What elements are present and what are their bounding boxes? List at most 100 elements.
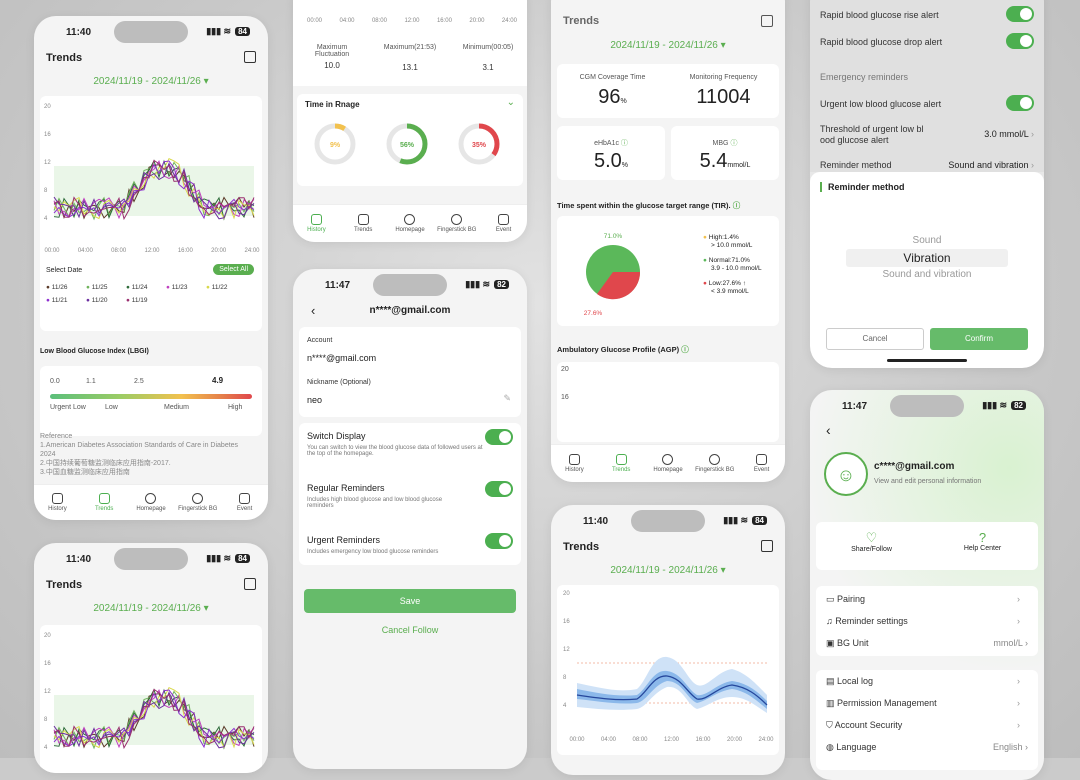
help-center-button[interactable]: ? Help Center — [927, 530, 1038, 552]
x-tick: 20:00 — [469, 18, 485, 24]
nickname-field[interactable]: neo — [307, 395, 322, 405]
report-screen: Trends 2024/11/19 - 2024/11/26 ▾ CGM Cov… — [551, 0, 785, 482]
date-legend-item[interactable]: ● 11/24 — [126, 284, 166, 291]
reference: Reference 1.American Diabetes Association… — [40, 433, 239, 476]
tab-fingerstick[interactable]: Fingerstick BG — [174, 493, 221, 512]
save-button[interactable]: Save — [304, 589, 516, 613]
date-legend-item[interactable]: ● 11/22 — [206, 284, 246, 291]
edit-icon[interactable]: ✎ — [503, 393, 511, 404]
status-bar: 11:47 ▮▮▮ ≋ 82 — [810, 390, 1044, 424]
agp-chart: 20 16 12 8 4 00:00 04:00 08:00 12:00 16:00 20:00 24… — [563, 591, 774, 743]
menu-pairing[interactable]: ▭ Pairing › — [826, 594, 1028, 605]
switch-display-toggle[interactable] — [485, 429, 513, 445]
date-legend-item[interactable]: ● 11/25 — [86, 284, 126, 291]
confirm-button[interactable]: Confirm — [930, 328, 1028, 350]
menu-language[interactable]: ◍ Language English › — [826, 742, 1028, 753]
page-title: Trends — [563, 541, 600, 553]
tab-trends[interactable]: Trends — [340, 214, 387, 233]
agp-screen: 11:40 ▮▮▮ ≋ 84 Trends 2024/11/19 - 2024/… — [551, 505, 785, 775]
avatar[interactable]: ☺ — [824, 452, 868, 496]
x-tick: 16:00 — [436, 18, 452, 24]
tab-trends[interactable]: Trends — [81, 493, 128, 512]
history-screen: 00:00 04:00 08:00 12:00 16:00 20:00 24:00 Maxi… — [293, 0, 527, 242]
date-legend-item[interactable]: ● 11/20 — [86, 297, 126, 304]
y-tick: 4 — [44, 745, 48, 751]
svg-text:71.0%: 71.0% — [604, 233, 623, 240]
tab-homepage[interactable]: Homepage — [645, 454, 692, 473]
log-icon: ▤ — [826, 676, 835, 686]
x-tick: 24:00 — [244, 248, 260, 254]
stats-card: 00:00 04:00 08:00 12:00 16:00 20:00 24:00 Maxi… — [293, 0, 527, 86]
calendar-icon[interactable] — [761, 540, 773, 552]
calendar-icon[interactable] — [244, 51, 256, 63]
select-all-button[interactable]: Select All — [213, 264, 254, 275]
profile-subtitle[interactable]: View and edit personal information — [874, 478, 981, 485]
date-range-selector[interactable]: 2024/11/19 - 2024/11/26 ▾ — [34, 76, 268, 87]
regular-reminders-toggle[interactable] — [485, 481, 513, 497]
share-follow-button[interactable]: ♡ Share/Follow — [816, 530, 927, 553]
globe-icon: ◍ — [826, 742, 834, 752]
tab-event[interactable]: Event — [221, 493, 268, 512]
menu-account-security[interactable]: ⛉ Account Security › — [826, 720, 1028, 731]
urgent-reminders-toggle[interactable] — [485, 533, 513, 549]
calendar-icon[interactable] — [761, 15, 773, 27]
tab-history[interactable]: History — [293, 214, 340, 233]
tab-homepage[interactable]: Homepage — [387, 214, 434, 233]
cancel-button[interactable]: Cancel — [826, 328, 924, 350]
x-tick: 00:00 — [307, 18, 323, 24]
calendar-icon[interactable] — [244, 578, 256, 590]
y-tick: 16 — [44, 132, 51, 138]
trends-screen-2: 11:40 ▮▮▮ ≋ 84 Trends 2024/11/19 - 2024/… — [34, 543, 268, 773]
shield-icon: ⛉ — [826, 720, 833, 730]
chevron-down-icon[interactable]: ⌄ — [507, 97, 515, 108]
menu-local-log[interactable]: ▤ Local log › — [826, 676, 1028, 687]
tab-fingerstick[interactable]: Fingerstick BG — [691, 454, 738, 473]
tab-history[interactable]: History — [34, 493, 81, 512]
option-sound-vibration[interactable]: Sound and vibration — [810, 269, 1044, 280]
x-tick: 12:00 — [144, 248, 160, 254]
rise-alert-toggle[interactable] — [1006, 6, 1034, 22]
y-tick: 12 — [44, 689, 51, 695]
date-range-selector[interactable]: 2024/11/19 - 2024/11/26 ▾ — [551, 565, 785, 576]
ehba1c-card: eHbA1c ⓘ 5.0% — [557, 126, 665, 180]
method-value[interactable]: Sound and vibration › — [948, 160, 1034, 170]
tab-event[interactable]: Event — [480, 214, 527, 233]
back-icon[interactable]: ‹ — [826, 422, 831, 438]
x-tick: 24:00 — [758, 737, 774, 743]
option-vibration[interactable]: Vibration — [846, 249, 1008, 267]
account-card: Account n****@gmail.com Nickname (Option… — [299, 327, 521, 417]
cancel-follow-link[interactable]: Cancel Follow — [293, 625, 527, 635]
date-legend-item[interactable]: ● 11/19 — [126, 297, 166, 304]
date-legend-item[interactable]: ● 11/21 — [46, 297, 86, 304]
drop-alert-toggle[interactable] — [1006, 33, 1034, 49]
tab-homepage[interactable]: Homepage — [128, 493, 175, 512]
urgent-low-toggle[interactable] — [1006, 95, 1034, 111]
trend-chart: 20 16 12 8 4 — [44, 633, 255, 751]
trends-screen: 11:40 ▮▮▮ ≋ 84 Trends 2024/11/19 - 2024/… — [34, 16, 268, 520]
coverage-card: CGM Coverage Time 96% Monitoring Frequen… — [557, 64, 779, 118]
status-bar: 11:40 ▮▮▮ ≋ 84 — [34, 543, 268, 577]
status-time: 11:40 — [66, 27, 92, 38]
x-tick: 12:00 — [404, 18, 420, 24]
tab-event[interactable]: Event — [738, 454, 785, 473]
page-title: Trends — [563, 15, 600, 27]
page-title: Trends — [46, 579, 83, 591]
select-date-label: Select Date — [46, 267, 83, 274]
menu-bg-unit[interactable]: ▣ BG Unit mmol/L › — [826, 638, 1028, 649]
agp-card: 20 16 — [557, 362, 779, 442]
tab-history[interactable]: History — [551, 454, 598, 473]
date-range-selector[interactable]: 2024/11/19 - 2024/11/26 ▾ — [34, 603, 268, 614]
menu-reminder-settings[interactable]: ♫ Reminder settings › — [826, 616, 1028, 626]
reminder-settings-screen: Rapid blood glucose rise alert Rapid blo… — [810, 0, 1044, 368]
date-legend-item[interactable]: ● 11/26 — [46, 284, 86, 291]
threshold-value[interactable]: 3.0 mmol/L › — [984, 129, 1034, 139]
follow-settings-screen: 11:47 ▮▮▮ ≋ 82 ‹ n****@gmail.com Account… — [293, 269, 527, 769]
menu-permission[interactable]: ▥ Permission Management › — [826, 698, 1028, 709]
date-legend-item[interactable]: ● 11/23 — [166, 284, 206, 291]
x-tick: 24:00 — [501, 18, 517, 24]
agp-chart-card: 20 16 12 8 4 00:00 04:00 08:00 12:00 16:00 20:00 24… — [557, 585, 779, 755]
tab-trends[interactable]: Trends — [598, 454, 645, 473]
option-sound[interactable]: Sound — [810, 235, 1044, 246]
date-range-selector[interactable]: 2024/11/19 - 2024/11/26 ▾ — [551, 40, 785, 51]
tab-fingerstick[interactable]: Fingerstick BG — [433, 214, 480, 233]
